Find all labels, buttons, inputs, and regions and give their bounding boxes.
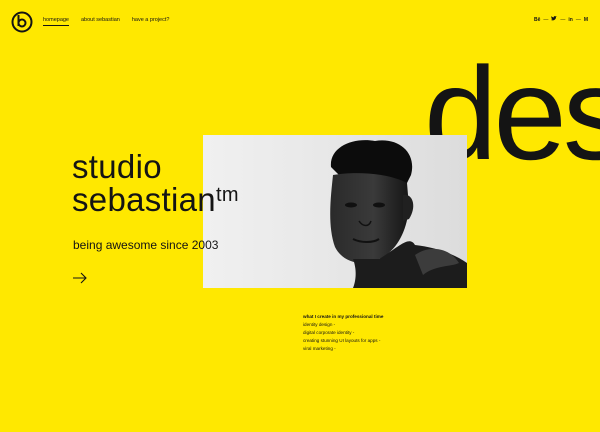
linkedin-icon[interactable]: in (568, 17, 572, 23)
main-nav: homepage about sebastian have a project? (43, 17, 169, 26)
trademark-mark: tm (215, 184, 239, 206)
title-line-sebastian: sebastian (72, 181, 216, 218)
studio-logo-icon[interactable] (11, 11, 33, 33)
title-line-studio: studio (72, 148, 162, 185)
medium-icon[interactable]: M (584, 17, 588, 23)
social-separator: — (575, 16, 581, 23)
behance-icon[interactable]: Bē (534, 17, 540, 23)
service-item: creating stunning UI layouts for apps - (303, 338, 381, 343)
social-links: Bē — — in — M (534, 16, 588, 23)
nav-homepage[interactable]: homepage (43, 17, 69, 26)
service-item: viral marketing - (303, 346, 336, 351)
service-item: identity design - (303, 322, 336, 327)
twitter-icon[interactable] (551, 16, 558, 23)
nav-have-a-project[interactable]: have a project? (132, 17, 170, 26)
services-heading: what I create in my professional time (303, 314, 384, 319)
tagline: being awesome since 2003 (73, 238, 219, 252)
portrait-photo (203, 135, 467, 288)
nav-about-sebastian[interactable]: about sebastian (81, 17, 120, 26)
page-title: studio sebastiantm (72, 150, 239, 216)
services-list: what I create in my professional time id… (303, 313, 383, 353)
service-item: digital corporate identity - (303, 330, 355, 335)
arrow-right-icon[interactable] (73, 272, 87, 284)
social-separator: — (560, 16, 566, 23)
social-separator: — (543, 16, 549, 23)
